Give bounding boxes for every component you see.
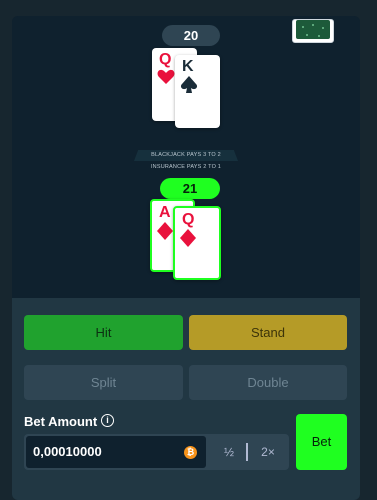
diamond-icon <box>180 229 196 252</box>
hit-button[interactable]: Hit <box>24 315 183 350</box>
bitcoin-icon: ₿ <box>184 446 197 459</box>
insurance-payout-text: INSURANCE PAYS 2 TO 1 <box>150 164 222 170</box>
half-bet-button[interactable]: ½ <box>214 434 244 470</box>
split-button[interactable]: Split <box>24 365 183 400</box>
diamond-icon <box>157 222 173 245</box>
player-score: 21 <box>160 178 220 199</box>
spade-icon <box>180 76 198 99</box>
player-card-queen-diamonds: Q <box>173 206 221 280</box>
card-rank: A <box>159 204 171 221</box>
stand-button[interactable]: Stand <box>189 315 347 350</box>
card-rank: K <box>182 58 194 75</box>
dealer-card-king-spades: K <box>175 55 220 128</box>
heart-icon <box>157 69 175 90</box>
blackjack-payout-text: BLACKJACK PAYS 3 TO 2 <box>134 150 238 161</box>
controls-panel: Hit Stand Split Double Bet Amount i 0,00… <box>12 298 360 500</box>
card-rank: Q <box>182 211 195 228</box>
bet-button[interactable]: Bet <box>296 414 347 470</box>
divider <box>246 443 248 461</box>
bet-amount-label: Bet Amount <box>24 414 98 429</box>
card-rank: Q <box>159 51 172 68</box>
game-table: 20 Q K BLACKJACK PAYS 3 TO 2 INSURANCE P… <box>12 16 360 298</box>
double-button[interactable]: Double <box>189 365 347 400</box>
bet-amount-input[interactable]: 0,00010000 <box>26 436 206 468</box>
dealer-score: 20 <box>162 25 220 46</box>
card-deck <box>292 19 334 43</box>
bet-amount-group: 0,00010000 ₿ ½ 2× <box>24 434 289 470</box>
double-bet-button[interactable]: 2× <box>253 434 283 470</box>
info-icon[interactable]: i <box>101 414 114 427</box>
deck-back <box>296 20 330 39</box>
blackjack-game: 20 Q K BLACKJACK PAYS 3 TO 2 INSURANCE P… <box>12 16 360 500</box>
